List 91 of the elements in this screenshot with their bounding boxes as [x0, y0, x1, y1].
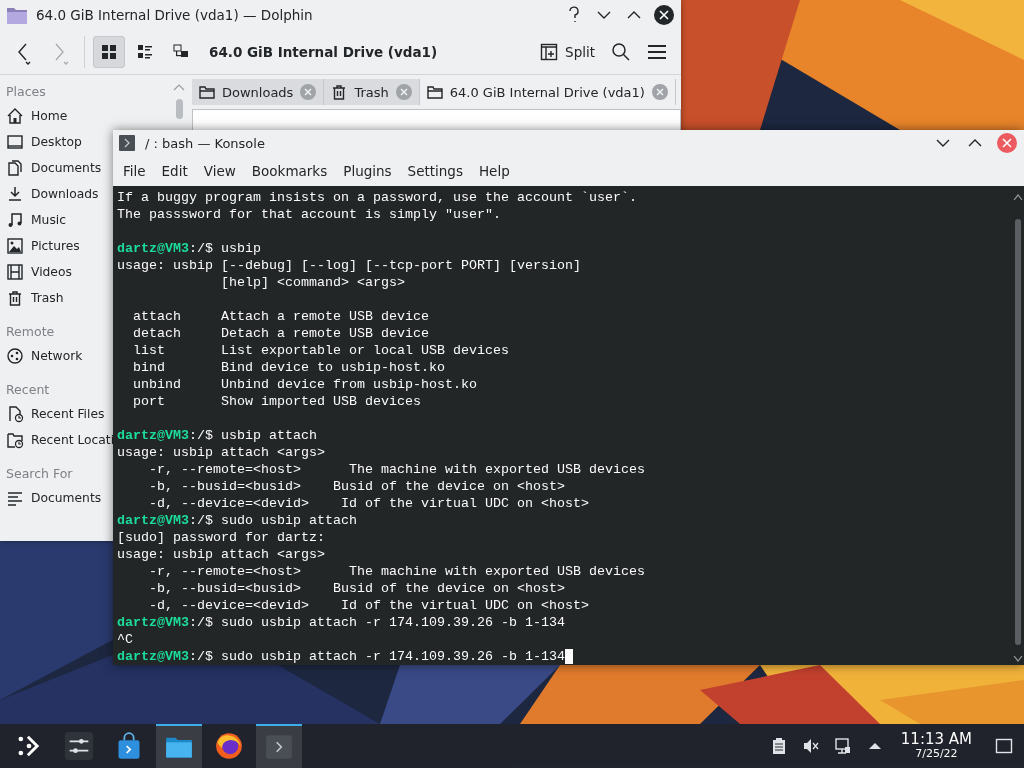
- folder-icon: [198, 83, 216, 101]
- sidebar-item[interactable]: Recent Locati: [6, 427, 115, 453]
- terminal-command: usbip attach: [221, 427, 317, 444]
- folder-icon: [425, 83, 444, 101]
- picture-icon: [6, 237, 24, 255]
- documents-icon: [6, 159, 24, 177]
- menu-item[interactable]: Plugins: [335, 159, 400, 183]
- terminal-output: -r, --remote=<host> The machine with exported USB devices: [148, 563, 645, 580]
- terminal-output: [sudo] password for dartz:: [117, 529, 325, 546]
- menu-item[interactable]: View: [195, 159, 244, 183]
- tab[interactable]: Downloads: [192, 79, 325, 105]
- sidebar-item[interactable]: Network: [6, 343, 83, 369]
- scrollbar-thumb[interactable]: [175, 99, 183, 119]
- terminal-command: usbip: [221, 240, 261, 257]
- home-icon: [6, 107, 24, 125]
- terminal-prompt: dartz@VM3:/$: [117, 427, 213, 444]
- close-icon[interactable]: [653, 4, 675, 26]
- menu-item[interactable]: Settings: [399, 159, 471, 183]
- terminal-prompt: dartz@VM3:/$: [117, 512, 213, 529]
- sidebar-item[interactable]: Desktop: [6, 129, 82, 155]
- terminal-output: bind Bind device to usbip-host.ko: [132, 359, 445, 376]
- music-note-icon: [6, 211, 24, 229]
- terminal-output: ^C: [117, 631, 133, 648]
- menu-item[interactable]: Edit: [153, 159, 196, 183]
- browser-globe-icon[interactable]: [215, 732, 243, 760]
- location-label: 64.0 GiB Internal Drive (vda1): [209, 44, 439, 60]
- terminal-command: sudo usbip attach: [221, 512, 357, 529]
- terminal-output: list List exportable or local USB devices: [132, 342, 509, 359]
- text-lines-icon: [6, 489, 24, 507]
- split-button[interactable]: Split: [534, 36, 601, 68]
- terminal-command: sudo usbip attach -r 174.109.39.26 -b 1-134: [221, 614, 565, 631]
- section-heading: Recent: [6, 380, 50, 399]
- recent-folder-icon: [6, 431, 24, 449]
- menu-item[interactable]: Bookmarks: [243, 159, 336, 183]
- folder-icon: [6, 5, 28, 25]
- window-title: 64.0 GiB Internal Drive (vda1) — Dolphin: [36, 7, 314, 23]
- terminal-prompt: dartz@VM3:/$: [117, 648, 213, 665]
- terminal-output: -b, --busid=<busid> Busid of the device on <host>: [148, 580, 565, 597]
- clock-date[interactable]: 7/25/22: [915, 748, 958, 760]
- terminal-command: sudo usbip attach -r 174.109.39.26 -b 1-134: [221, 648, 565, 665]
- scroll-down-icon[interactable]: [1013, 655, 1023, 663]
- download-icon: [6, 185, 24, 203]
- sidebar-item[interactable]: Documents: [6, 155, 102, 181]
- show-desktop-icon[interactable]: [995, 737, 1013, 755]
- terminal-icon: [119, 135, 135, 151]
- terminal-output: unbind Unbind device from usbip-host.ko: [132, 376, 477, 393]
- terminal-output: -d, --device=<devid> Id of the virtual UDC on <host>: [148, 495, 589, 512]
- muted-speaker-icon[interactable]: [801, 737, 820, 755]
- sidebar-item[interactable]: Recent Files: [6, 401, 105, 427]
- trash-icon: [6, 289, 24, 307]
- terminal-output: attach Attach a remote USB device: [132, 308, 429, 325]
- terminal-output: [help] <command> <args>: [219, 274, 405, 291]
- monitor-icon: [6, 133, 24, 151]
- terminal-output: port Show imported USB devices: [132, 393, 421, 410]
- menu-item[interactable]: Help: [470, 159, 518, 183]
- menu-item[interactable]: File: [115, 159, 154, 183]
- terminal-output: usage: usbip [--debug] [--log] [--tcp-port PORT] [version]: [117, 257, 581, 274]
- scroll-up-icon[interactable]: [1013, 193, 1023, 201]
- sidebar-item[interactable]: Pictures: [6, 233, 80, 259]
- terminal-prompt: dartz@VM3:/$: [117, 240, 213, 257]
- sidebar-item[interactable]: Trash: [6, 285, 64, 311]
- sidebar-item[interactable]: Videos: [6, 259, 72, 285]
- terminal-output: -b, --busid=<busid> Busid of the device on <host>: [148, 478, 565, 495]
- clock-time[interactable]: 11:13 AM: [900, 732, 972, 749]
- terminal-output: -r, --remote=<host> The machine with exported USB devices: [148, 461, 645, 478]
- film-icon: [6, 263, 24, 281]
- terminal-output: If a buggy program insists on a password, use the account `user`.: [117, 189, 637, 206]
- terminal-icon[interactable]: [265, 733, 293, 761]
- sliders-icon[interactable]: [65, 732, 93, 760]
- sidebar-item[interactable]: Documents: [6, 485, 102, 511]
- shopping-bag-icon[interactable]: [115, 732, 143, 760]
- terminal-output: The passsword for that account is simply "user".: [117, 206, 501, 223]
- recent-file-icon: [6, 405, 24, 423]
- tab[interactable]: Trash: [324, 79, 420, 105]
- network-icon: [6, 347, 24, 365]
- network-icon[interactable]: [833, 737, 852, 755]
- icons-view-icon[interactable]: [93, 36, 125, 68]
- terminal-output: usage: usbip attach <args>: [117, 546, 325, 563]
- sidebar-item[interactable]: Downloads: [6, 181, 99, 207]
- terminal-output: usage: usbip attach <args>: [117, 444, 325, 461]
- terminal-prompt: dartz@VM3:/$: [117, 614, 213, 631]
- sidebar-item[interactable]: Home: [6, 103, 68, 129]
- window-title: / : bash — Konsole: [145, 135, 266, 151]
- split-view-icon: [540, 43, 559, 61]
- section-heading: Places: [6, 82, 46, 101]
- terminal-output: -d, --device=<devid> Id of the virtual UDC on <host>: [148, 597, 589, 614]
- terminal-output: detach Detach a remote USB device: [132, 325, 429, 342]
- scrollbar-thumb[interactable]: [1015, 219, 1021, 645]
- section-heading: Search For: [6, 464, 73, 483]
- sidebar-item[interactable]: Music: [6, 207, 66, 233]
- section-heading: Remote: [6, 322, 55, 341]
